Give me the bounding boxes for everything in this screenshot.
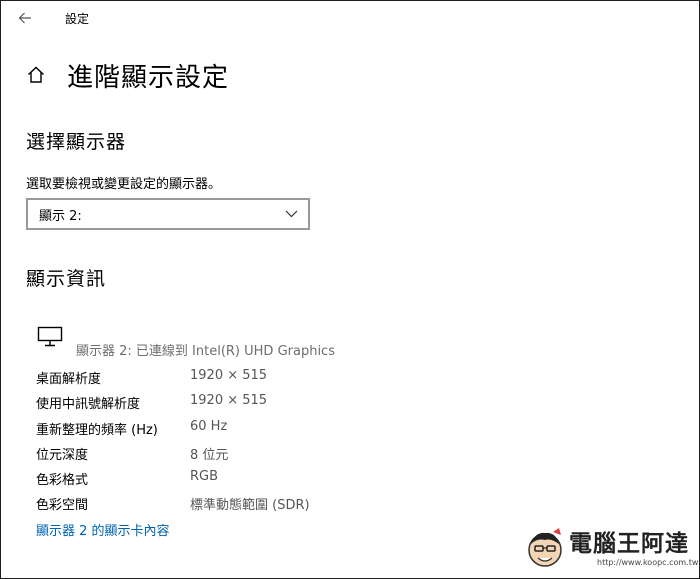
info-row: 重新整理的頻率 (Hz) 60 Hz — [36, 419, 436, 441]
watermark: 電腦王阿達 http://www.koopc.com.tw — [523, 524, 698, 576]
monitor-icon — [37, 326, 63, 347]
info-row: 使用中訊號解析度 1920 × 515 — [36, 393, 436, 415]
info-key: 色彩空間 — [36, 498, 89, 513]
info-key: 位元深度 — [36, 448, 89, 463]
monitor-icon-container — [37, 326, 63, 348]
settings-window: 設定 進階顯示設定 選擇顯示器 選取要檢視或變更設定的顯示器。 顯示 2: 顯示… — [0, 0, 700, 579]
info-value: 1920 × 515 — [190, 368, 268, 383]
info-row: 色彩格式 RGB — [36, 469, 436, 491]
back-arrow-icon — [18, 12, 31, 24]
info-value: RGB — [190, 469, 219, 484]
dropdown-selected-value: 顯示 2: — [39, 208, 82, 224]
info-value: 60 Hz — [190, 419, 228, 434]
info-key: 重新整理的頻率 (Hz) — [36, 423, 158, 438]
info-row: 色彩空間 標準動態範圍 (SDR) — [36, 494, 436, 516]
home-icon — [28, 66, 44, 83]
display-info-heading: 顯示資訊 — [26, 268, 107, 290]
mascot-logo-icon — [528, 528, 562, 567]
watermark-url: http://www.koopc.com.tw — [597, 558, 699, 567]
chevron-down-icon — [284, 209, 298, 219]
page-header: 進階顯示設定 — [25, 57, 229, 93]
info-value: 標準動態範圍 (SDR) — [190, 498, 310, 513]
select-display-description: 選取要檢視或變更設定的顯示器。 — [26, 177, 222, 192]
back-button[interactable] — [13, 7, 37, 29]
display-select-dropdown[interactable]: 顯示 2: — [26, 198, 310, 230]
page-title: 進階顯示設定 — [67, 62, 230, 93]
info-value: 1920 × 515 — [190, 393, 268, 408]
display-adapter-properties-link[interactable]: 顯示器 2 的顯示卡內容 — [36, 520, 170, 539]
title-bar: 設定 — [1, 1, 699, 35]
info-row: 桌面解析度 1920 × 515 — [36, 368, 436, 390]
info-key: 桌面解析度 — [36, 372, 102, 387]
watermark-title: 電腦王阿達 — [569, 531, 689, 557]
info-key: 使用中訊號解析度 — [36, 397, 141, 412]
info-key: 色彩格式 — [36, 473, 89, 488]
info-row: 位元深度 8 位元 — [36, 444, 436, 466]
select-display-heading: 選擇顯示器 — [26, 131, 127, 153]
info-value: 8 位元 — [190, 448, 229, 463]
window-title: 設定 — [65, 12, 90, 26]
monitor-connection-label: 顯示器 2: 已連線到 Intel(R) UHD Graphics — [76, 344, 335, 359]
home-button[interactable] — [25, 64, 47, 86]
